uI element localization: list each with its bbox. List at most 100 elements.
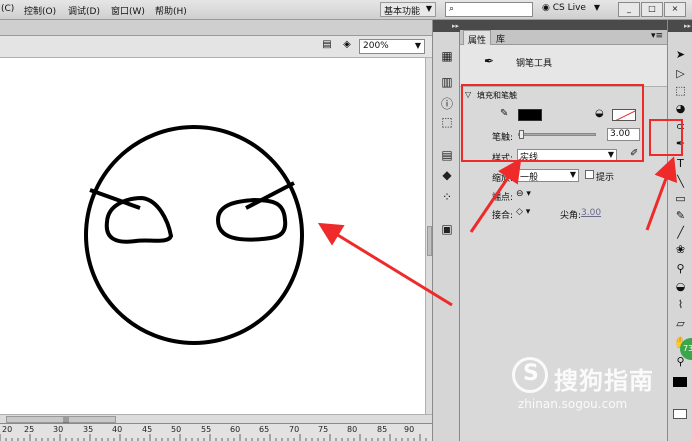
chevron-down-icon: ▼ bbox=[414, 41, 421, 50]
miter-value[interactable]: 3.00 bbox=[581, 208, 601, 218]
eraser-icon[interactable]: ▱ bbox=[672, 317, 689, 333]
watermark-brand: 搜狗指南 bbox=[554, 367, 654, 395]
chevron-down-icon: ▼ bbox=[425, 4, 432, 13]
subselection-icon[interactable]: ▷ bbox=[672, 67, 689, 83]
menu-commands[interactable]: (C) bbox=[1, 4, 14, 14]
window-controls: _ □ × bbox=[618, 2, 686, 17]
miter-label: 尖角: bbox=[560, 211, 582, 221]
transform-icon[interactable]: ⬚ bbox=[438, 115, 456, 133]
text-icon[interactable]: T bbox=[672, 157, 689, 173]
hint-checkbox[interactable] bbox=[585, 170, 594, 179]
info-icon[interactable]: ⓘ bbox=[438, 95, 456, 113]
frame-number: 85 bbox=[377, 425, 388, 434]
sogou-watermark: 搜狗指南 zhinan.sogou.com bbox=[512, 357, 672, 417]
flash-window: (C) 控制(O) 调试(D) 窗口(W) 帮助(H) 基本功能 ▼ ⌕ ◉ C… bbox=[0, 0, 692, 441]
align-icon[interactable]: ▥ bbox=[438, 75, 456, 93]
stroke-color-tool[interactable] bbox=[673, 377, 687, 387]
frame-number: 75 bbox=[318, 425, 329, 434]
minimize-button[interactable]: _ bbox=[618, 2, 640, 17]
frame-number: 65 bbox=[259, 425, 270, 434]
vertical-scrollbar[interactable] bbox=[425, 58, 432, 414]
tool-name: 钢笔工具 bbox=[516, 59, 553, 69]
frame-number: 40 bbox=[112, 425, 123, 434]
scale-select[interactable]: 一般 ▼ bbox=[517, 169, 579, 183]
frame-number: 35 bbox=[83, 425, 94, 434]
horizontal-scrollbar[interactable]: ||| bbox=[0, 414, 432, 424]
scale-label: 缩放: bbox=[492, 174, 514, 184]
history-icon[interactable]: ▤ bbox=[438, 148, 456, 166]
fill-color-tool[interactable] bbox=[673, 409, 687, 419]
selection-icon[interactable]: ➤ bbox=[672, 48, 689, 64]
panel-menu-icon[interactable]: ▾≡ bbox=[651, 31, 663, 41]
cs-live-icon: ◉ bbox=[542, 3, 550, 13]
left-eye bbox=[104, 195, 174, 244]
frame-number: 55 bbox=[201, 425, 212, 434]
mask-strap-right bbox=[245, 181, 295, 210]
expand-panels-icon[interactable]: ▸▸ bbox=[668, 20, 692, 32]
brush-icon[interactable]: ╱ bbox=[672, 226, 689, 242]
menu-control[interactable]: 控制(O) bbox=[24, 4, 56, 17]
frame-number: 90 bbox=[404, 425, 415, 434]
highlight-box-pen-tool bbox=[649, 119, 683, 156]
join-style-select[interactable]: ◇ ▾ bbox=[516, 207, 530, 217]
scale-value: 一般 bbox=[520, 173, 539, 183]
pencil-icon[interactable]: ✎ bbox=[672, 209, 689, 225]
cap-label: 端点: bbox=[492, 193, 514, 203]
hint-label: 提示 bbox=[596, 173, 615, 183]
zoom-select[interactable]: 200% ▼ bbox=[359, 39, 425, 54]
frame-number: 50 bbox=[171, 425, 182, 434]
frame-number: 25 bbox=[24, 425, 35, 434]
panel-tabs: 属性 库 ▾≡ bbox=[460, 30, 667, 46]
search-icon: ⌕ bbox=[449, 4, 455, 14]
motion-presets-icon[interactable]: ⁘ bbox=[438, 190, 456, 208]
cap-style-select[interactable]: ⊖ ▾ bbox=[516, 189, 531, 199]
zoom-value: 200% bbox=[363, 41, 389, 51]
menu-help[interactable]: 帮助(H) bbox=[155, 4, 187, 17]
frame-number: 70 bbox=[289, 425, 300, 434]
rectangle-icon[interactable]: ▭ bbox=[672, 192, 689, 208]
close-button[interactable]: × bbox=[664, 2, 686, 17]
free-transform-icon[interactable]: ⬚ bbox=[672, 84, 689, 100]
menu-window[interactable]: 窗口(W) bbox=[111, 4, 145, 17]
chevron-down-icon: ▼ bbox=[593, 3, 601, 12]
frame-number: 80 bbox=[347, 425, 358, 434]
ruler-ticks bbox=[0, 434, 427, 441]
timeline-ruler[interactable]: 20 25 30 35 40 45 50 55 60 65 70 75 80 8… bbox=[0, 423, 432, 441]
menu-bar: (C) 控制(O) 调试(D) 窗口(W) 帮助(H) 基本功能 ▼ ⌕ ◉ C… bbox=[0, 0, 692, 20]
frame-number: 45 bbox=[142, 425, 153, 434]
face-drawing bbox=[84, 125, 304, 345]
menu-debug[interactable]: 调试(D) bbox=[68, 4, 100, 17]
cs-live-button[interactable]: ◉ CS Live ▼ bbox=[540, 2, 612, 17]
bone-icon[interactable]: ⚲ bbox=[672, 262, 689, 278]
frame-number: 20 bbox=[2, 425, 13, 434]
edit-symbol-icon[interactable]: ◈ bbox=[339, 39, 355, 54]
frame-number: 60 bbox=[230, 425, 241, 434]
join-label: 接合: bbox=[492, 211, 514, 221]
document-tab-strip bbox=[0, 20, 432, 36]
expand-panels-icon[interactable]: ▸▸ bbox=[433, 20, 461, 32]
components-icon[interactable]: ◆ bbox=[438, 168, 456, 186]
movie-explorer-icon[interactable]: ▣ bbox=[438, 222, 456, 240]
line-icon[interactable]: ╲ bbox=[672, 175, 689, 191]
stage-canvas[interactable] bbox=[0, 58, 425, 414]
deco-icon[interactable]: ❀ bbox=[672, 243, 689, 259]
pen-icon: ✒ bbox=[484, 54, 495, 68]
restore-button[interactable]: □ bbox=[641, 2, 663, 17]
tab-library[interactable]: 库 bbox=[492, 30, 509, 45]
workspace-label: 基本功能 bbox=[384, 7, 421, 17]
watermark-url: zhinan.sogou.com bbox=[518, 397, 628, 411]
chevron-down-icon: ▼ bbox=[569, 170, 576, 179]
paint-bucket-icon[interactable]: ◒ bbox=[672, 280, 689, 296]
edit-bar: ▤ ◈ 200% ▼ bbox=[0, 36, 432, 58]
workspace-switcher[interactable]: 基本功能 ▼ bbox=[380, 2, 436, 17]
tab-properties[interactable]: 属性 bbox=[463, 30, 492, 46]
tool-header: ✒ 钢笔工具 bbox=[460, 45, 667, 87]
3d-rotation-icon[interactable]: ◕ bbox=[672, 102, 689, 118]
swatches-icon[interactable]: ▦ bbox=[438, 49, 456, 67]
edit-scene-icon[interactable]: ▤ bbox=[319, 39, 335, 54]
sogou-logo bbox=[512, 357, 548, 393]
scroll-thumb[interactable]: ||| bbox=[6, 416, 116, 424]
help-search-input[interactable]: ⌕ bbox=[445, 2, 533, 17]
eyedropper-icon[interactable]: ⌇ bbox=[672, 298, 689, 314]
frame-number: 30 bbox=[53, 425, 64, 434]
